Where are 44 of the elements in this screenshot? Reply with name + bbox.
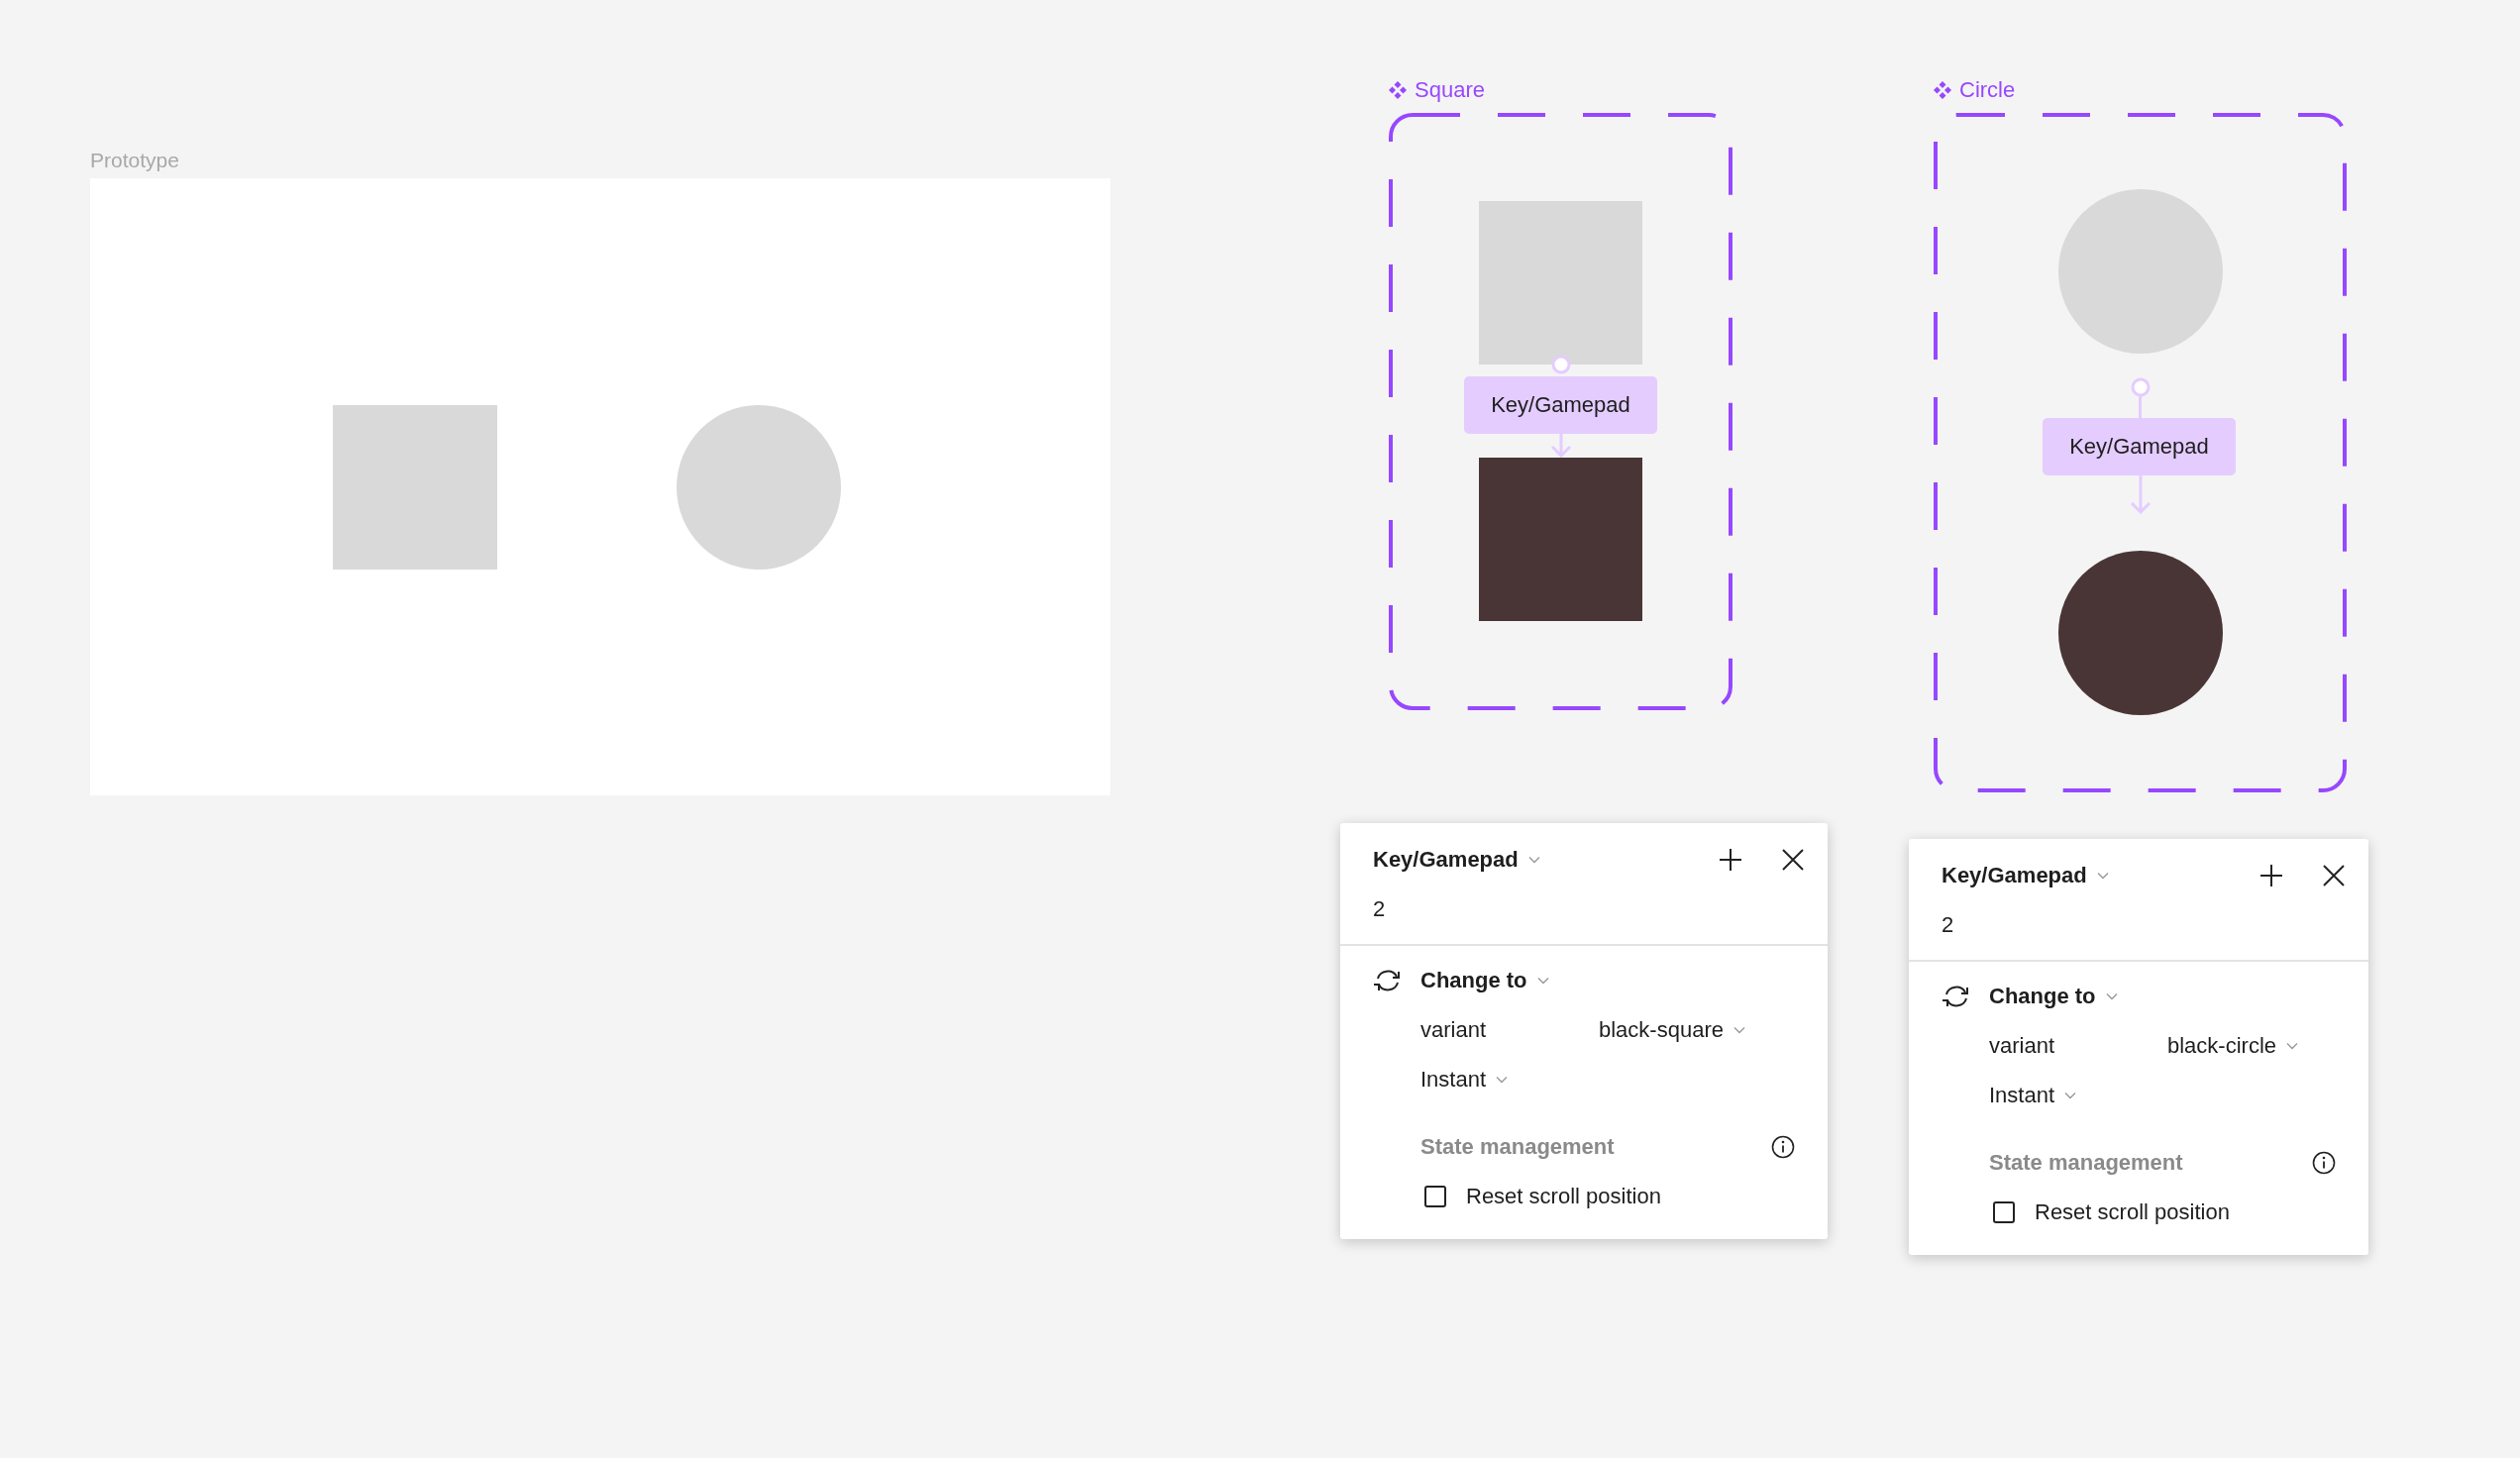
swap-icon bbox=[1942, 985, 1971, 1008]
chevron-down-icon bbox=[2105, 992, 2118, 1000]
key-value[interactable]: 2 bbox=[1942, 912, 1954, 937]
checkbox-label: Reset scroll position bbox=[2035, 1199, 2230, 1225]
action-dropdown[interactable]: Change to bbox=[1989, 984, 2118, 1009]
key-value[interactable]: 2 bbox=[1373, 896, 1386, 921]
chevron-down-icon bbox=[1496, 1076, 1509, 1084]
animation-dropdown[interactable]: Instant bbox=[1989, 1083, 2077, 1108]
interaction-label[interactable]: Key/Gamepad bbox=[2043, 418, 2236, 475]
property-name: variant bbox=[1989, 1033, 2056, 1059]
section-heading: State management bbox=[1989, 1150, 2183, 1176]
arrow bbox=[1548, 434, 1573, 458]
close-icon[interactable] bbox=[1782, 849, 1804, 871]
chevron-down-icon bbox=[2286, 1042, 2299, 1050]
trigger-dropdown[interactable]: Key/Gamepad bbox=[1373, 847, 1540, 873]
close-icon[interactable] bbox=[2323, 865, 2345, 886]
chevron-down-icon bbox=[1527, 856, 1540, 864]
interaction-label[interactable]: Key/Gamepad bbox=[1464, 376, 1657, 434]
chevron-down-icon bbox=[1536, 977, 1549, 985]
connector-dot-icon bbox=[1550, 355, 1571, 374]
chevron-down-icon bbox=[2064, 1092, 2077, 1099]
animation-dropdown[interactable]: Instant bbox=[1420, 1067, 1509, 1093]
frame-label: Prototype bbox=[90, 149, 179, 172]
info-icon[interactable] bbox=[1771, 1135, 1795, 1159]
variant-dropdown[interactable]: black-square bbox=[1599, 1017, 1745, 1043]
property-name: variant bbox=[1420, 1017, 1488, 1043]
arrow bbox=[2128, 474, 2152, 514]
plus-icon[interactable] bbox=[2259, 864, 2283, 887]
component-set-name: Circle bbox=[1959, 77, 2016, 103]
plus-icon[interactable] bbox=[1719, 848, 1742, 872]
section-heading: State management bbox=[1420, 1134, 1615, 1160]
variant-dropdown[interactable]: black-circle bbox=[2167, 1033, 2299, 1059]
trigger-dropdown[interactable]: Key/Gamepad bbox=[1942, 863, 2109, 888]
component-icon bbox=[1934, 81, 1951, 99]
component-icon bbox=[1389, 81, 1407, 99]
info-icon[interactable] bbox=[2312, 1151, 2336, 1175]
chevron-down-icon bbox=[1732, 1026, 1745, 1034]
chevron-down-icon bbox=[2096, 872, 2109, 880]
component-set-name: Square bbox=[1415, 77, 1485, 103]
swap-icon bbox=[1373, 969, 1403, 992]
checkbox[interactable] bbox=[1424, 1186, 1446, 1207]
action-dropdown[interactable]: Change to bbox=[1420, 968, 1549, 993]
checkbox-label: Reset scroll position bbox=[1466, 1184, 1661, 1209]
checkbox[interactable] bbox=[1993, 1201, 2015, 1223]
